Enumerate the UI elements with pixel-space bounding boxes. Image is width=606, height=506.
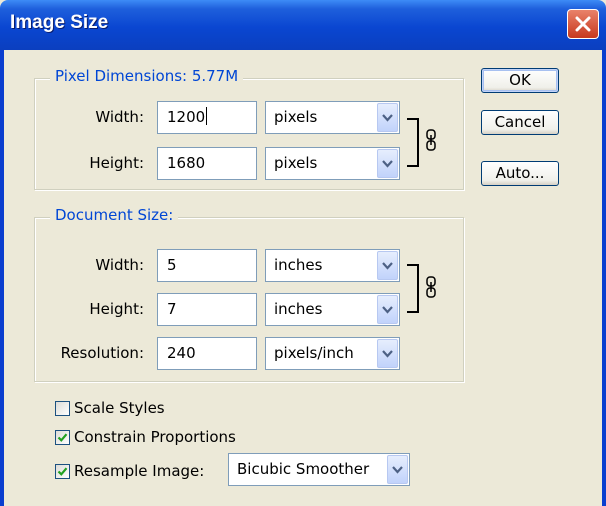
chevron-down-icon — [382, 306, 393, 314]
resample-method-select[interactable]: Bicubic Smoother — [228, 453, 410, 486]
dialog-body: Pixel Dimensions: 5.77M Width: 1200 pixe… — [4, 50, 602, 506]
pixel-height-input[interactable]: 1680 — [157, 147, 257, 180]
pixel-width-label: Width: — [95, 108, 144, 126]
pixel-height-unit-select[interactable]: pixels — [265, 147, 400, 180]
doc-width-label: Width: — [95, 256, 144, 274]
pixel-dimensions-legend: Pixel Dimensions: 5.77M — [50, 67, 244, 85]
resample-method-value: Bicubic Smoother — [237, 460, 370, 478]
resample-image-option[interactable]: Resample Image: — [55, 462, 204, 480]
close-button[interactable] — [567, 9, 599, 39]
chevron-down-icon — [382, 262, 393, 270]
auto-button[interactable]: Auto... — [481, 161, 559, 186]
doc-width-input[interactable]: 5 — [157, 249, 257, 282]
title-bar[interactable]: Image Size — [0, 0, 606, 50]
dropdown-button[interactable] — [377, 103, 398, 132]
doc-height-unit-select[interactable]: inches — [265, 293, 400, 326]
chevron-down-icon — [382, 160, 393, 168]
document-link-bracket — [407, 264, 419, 313]
doc-width-unit-select[interactable]: inches — [265, 249, 400, 282]
scale-styles-label: Scale Styles — [74, 399, 165, 417]
doc-height-label: Height: — [89, 300, 144, 318]
dropdown-button[interactable] — [387, 455, 408, 484]
constrain-proportions-checkbox[interactable] — [55, 429, 70, 445]
pixel-link-bracket — [407, 118, 419, 167]
doc-height-input[interactable]: 7 — [157, 293, 257, 326]
close-icon — [575, 16, 591, 32]
resolution-label: Resolution: — [60, 344, 144, 362]
dropdown-button[interactable] — [377, 149, 398, 178]
constrain-proportions-option[interactable]: Constrain Proportions — [55, 428, 236, 446]
checkmark-icon — [57, 432, 68, 442]
dropdown-button[interactable] — [377, 339, 398, 368]
pixel-width-unit-value: pixels — [274, 108, 318, 126]
dropdown-button[interactable] — [377, 295, 398, 324]
checkmark-icon — [57, 466, 68, 476]
document-size-legend: Document Size: — [50, 206, 179, 224]
scale-styles-checkbox[interactable] — [55, 400, 70, 416]
pixel-width-input[interactable]: 1200 — [157, 101, 257, 134]
resolution-input[interactable]: 240 — [157, 337, 257, 370]
chevron-down-icon — [382, 350, 393, 358]
resample-image-checkbox[interactable] — [55, 463, 70, 479]
constrain-proportions-label: Constrain Proportions — [74, 428, 236, 446]
chevron-down-icon — [392, 466, 403, 474]
resolution-unit-value: pixels/inch — [274, 344, 354, 362]
pixel-width-unit-select[interactable]: pixels — [265, 101, 400, 134]
dropdown-button[interactable] — [377, 251, 398, 280]
chain-link-icon — [426, 129, 436, 151]
doc-width-unit-value: inches — [274, 256, 323, 274]
chain-link-icon — [426, 276, 436, 298]
cancel-button[interactable]: Cancel — [481, 110, 559, 135]
resolution-unit-select[interactable]: pixels/inch — [265, 337, 400, 370]
window-title: Image Size — [10, 12, 109, 33]
pixel-height-label: Height: — [89, 154, 144, 172]
window-frame-right — [602, 50, 606, 506]
chevron-down-icon — [382, 114, 393, 122]
ok-button[interactable]: OK — [481, 68, 559, 93]
resample-image-label: Resample Image: — [74, 462, 205, 480]
scale-styles-option[interactable]: Scale Styles — [55, 399, 165, 417]
doc-height-unit-value: inches — [274, 300, 323, 318]
pixel-height-unit-value: pixels — [274, 154, 318, 172]
